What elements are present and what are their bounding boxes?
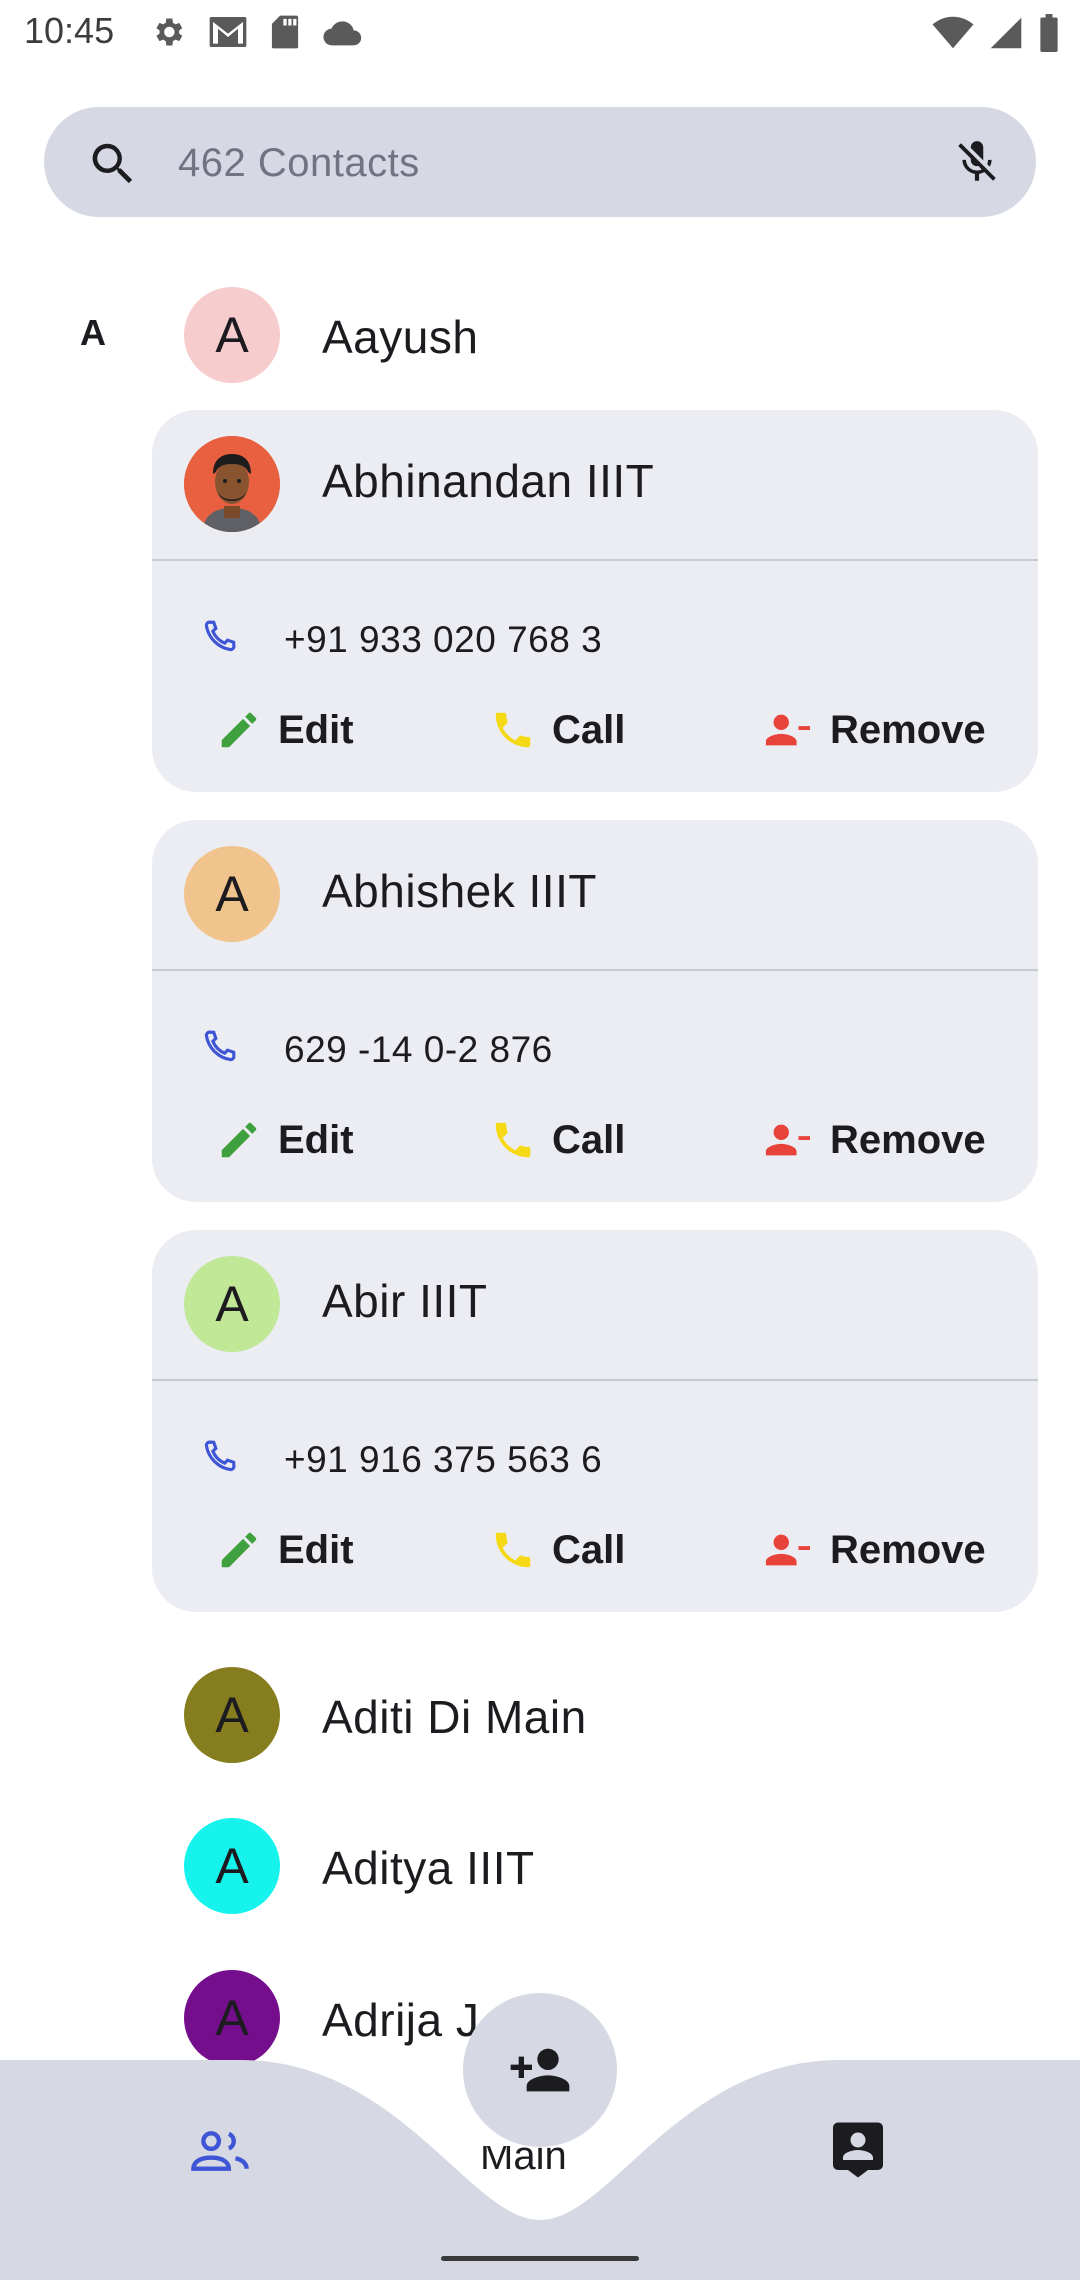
avatar: A — [184, 1970, 280, 2066]
nav-contacts-button[interactable] — [830, 2120, 886, 2185]
call-button[interactable]: Call — [484, 1116, 631, 1164]
avatar-initial: A — [215, 1276, 249, 1332]
contact-row-aditi[interactable]: A Aditi Di Main — [152, 1640, 1036, 1790]
person-add-icon — [510, 2048, 570, 2092]
person-remove-icon — [765, 714, 810, 746]
call-button[interactable]: Call — [484, 1526, 631, 1574]
call-icon — [495, 1122, 531, 1158]
nav-people-button[interactable] — [189, 2127, 251, 2180]
status-time: 10:45 — [24, 10, 115, 51]
contact-name: Aayush — [322, 311, 479, 363]
card-actions: Edit Call Remove — [152, 1526, 1038, 1596]
card-divider — [152, 559, 1038, 561]
sd-card-icon — [270, 14, 300, 50]
edit-label: Edit — [278, 707, 354, 752]
phone-icon — [198, 616, 240, 663]
remove-button[interactable]: Remove — [754, 706, 992, 754]
call-label: Call — [552, 707, 626, 752]
card-actions: Edit Call Remove — [152, 1116, 1038, 1186]
mic-off-icon[interactable] — [952, 137, 1002, 192]
remove-label: Remove — [830, 707, 986, 752]
remove-label: Remove — [830, 1527, 986, 1572]
people-icon — [191, 2131, 249, 2171]
card-divider — [152, 969, 1038, 971]
edit-icon — [221, 1532, 257, 1568]
avatar: A — [184, 1818, 280, 1914]
search-input[interactable] — [176, 129, 940, 197]
wifi-icon — [932, 16, 974, 50]
search-bar[interactable] — [44, 107, 1036, 217]
call-icon — [495, 712, 531, 748]
contact-card-abir[interactable]: A Abir IIIT +91 916 375 563 6 Edit Call … — [152, 1230, 1038, 1612]
battery-icon — [1038, 14, 1060, 52]
gmail-icon — [208, 15, 248, 49]
contact-name: Aditya IIIT — [322, 1842, 535, 1894]
status-bar: 10:45 — [0, 0, 1080, 66]
contact-card-abhinandan[interactable]: Abhinandan IIIT +91 933 020 768 3 Edit C… — [152, 410, 1038, 792]
avatar — [184, 436, 280, 532]
contact-name: Adrija J — [322, 1994, 480, 2046]
contact-row-aayush[interactable]: A Aayush — [152, 260, 1036, 410]
home-indicator[interactable] — [441, 2256, 639, 2261]
remove-label: Remove — [830, 1117, 986, 1162]
phone-row[interactable]: 629 -14 0-2 876 — [198, 1026, 553, 1073]
edit-icon — [221, 1122, 257, 1158]
avatar: A — [184, 287, 280, 383]
avatar-photo-icon — [184, 436, 280, 532]
contact-name: Aditi Di Main — [322, 1691, 587, 1743]
cell-signal-icon — [988, 16, 1024, 50]
contact-name: Abhishek IIIT — [322, 865, 597, 917]
edit-button[interactable]: Edit — [210, 706, 360, 754]
call-label: Call — [552, 1527, 626, 1572]
avatar: A — [184, 846, 280, 942]
avatar-initial: A — [215, 1990, 249, 2046]
nav-partial-label: Main — [480, 2146, 567, 2178]
edit-label: Edit — [278, 1527, 354, 1572]
contact-name: Abir IIIT — [322, 1275, 488, 1327]
contact-row-aditya[interactable]: A Aditya IIIT — [152, 1791, 1036, 1941]
person-remove-icon — [765, 1124, 810, 1156]
avatar-initial: A — [215, 307, 249, 363]
status-icons-left — [150, 14, 362, 50]
call-label: Call — [552, 1117, 626, 1162]
avatar: A — [184, 1667, 280, 1763]
phone-number: +91 916 375 563 6 — [284, 1438, 603, 1480]
call-icon — [495, 1532, 531, 1568]
search-icon[interactable] — [86, 137, 140, 196]
edit-label: Edit — [278, 1117, 354, 1162]
avatar-initial: A — [215, 866, 249, 922]
edit-button[interactable]: Edit — [210, 1526, 360, 1574]
card-divider — [152, 1379, 1038, 1381]
remove-button[interactable]: Remove — [754, 1116, 992, 1164]
avatar-initial: A — [215, 1838, 249, 1894]
edit-button[interactable]: Edit — [210, 1116, 360, 1164]
card-actions: Edit Call Remove — [152, 706, 1038, 776]
status-icons-right — [932, 14, 1060, 52]
contacts-icon — [833, 2122, 883, 2178]
add-contact-fab[interactable] — [463, 1993, 617, 2147]
phone-icon — [198, 1436, 240, 1483]
call-button[interactable]: Call — [484, 706, 631, 754]
cloud-icon — [322, 17, 362, 47]
section-letter: A — [80, 312, 106, 353]
remove-button[interactable]: Remove — [754, 1526, 992, 1574]
phone-number: +91 933 020 768 3 — [284, 618, 603, 660]
avatar-initial: A — [215, 1687, 249, 1743]
phone-row[interactable]: +91 916 375 563 6 — [198, 1436, 602, 1483]
phone-row[interactable]: +91 933 020 768 3 — [198, 616, 602, 663]
phone-number: 629 -14 0-2 876 — [284, 1028, 553, 1070]
phone-icon — [198, 1026, 240, 1073]
contact-card-abhishek[interactable]: A Abhishek IIIT 629 -14 0-2 876 Edit Cal… — [152, 820, 1038, 1202]
contact-name: Abhinandan IIIT — [322, 455, 655, 507]
edit-icon — [221, 712, 257, 748]
person-remove-icon — [765, 1534, 810, 1566]
gear-icon — [150, 14, 186, 50]
avatar: A — [184, 1256, 280, 1352]
